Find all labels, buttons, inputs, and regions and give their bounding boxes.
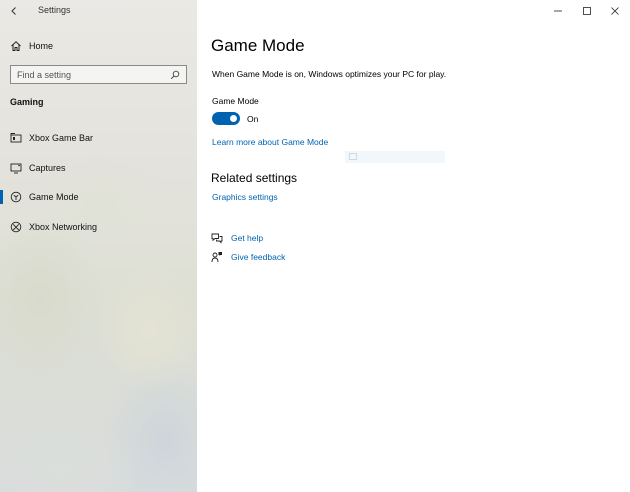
close-button[interactable]: [608, 4, 622, 18]
maximize-icon: [583, 7, 591, 15]
minimize-icon: [554, 10, 562, 12]
page-title: Game Mode: [211, 36, 305, 55]
search-box[interactable]: [10, 65, 187, 84]
graphics-settings-link[interactable]: Graphics settings: [212, 192, 278, 202]
give-feedback-icon: [211, 251, 223, 263]
search-input[interactable]: [11, 66, 168, 83]
toggle-knob: [230, 115, 237, 122]
sidebar-item-captures[interactable]: Captures: [0, 157, 197, 179]
get-help-link[interactable]: Get help: [231, 233, 263, 243]
home-icon: [10, 40, 22, 52]
close-icon: [611, 7, 619, 15]
minimize-button[interactable]: [551, 4, 565, 18]
sidebar-item-xbox-networking[interactable]: Xbox Networking: [0, 216, 197, 238]
sidebar-item-label: Captures: [29, 163, 66, 173]
xbox-game-bar-icon: [10, 132, 22, 144]
app-title: Settings: [38, 5, 71, 15]
sidebar-item-game-mode[interactable]: Game Mode: [0, 186, 197, 208]
xbox-icon: [10, 221, 22, 233]
back-button[interactable]: [6, 3, 22, 19]
learn-more-link[interactable]: Learn more about Game Mode: [212, 137, 328, 147]
captures-icon: [10, 162, 22, 174]
game-mode-toggle[interactable]: [212, 112, 240, 125]
section-label-gaming: Gaming: [10, 97, 44, 107]
back-arrow-icon: [11, 7, 16, 15]
give-feedback-link[interactable]: Give feedback: [231, 252, 285, 262]
sidebar-item-label: Xbox Networking: [29, 222, 98, 232]
sidebar-item-label: Xbox Game Bar: [29, 133, 94, 143]
page-description: When Game Mode is on, Windows optimizes …: [212, 69, 447, 79]
sidebar: Settings Home Gaming Xbox Game Bar: [0, 0, 197, 492]
maximize-button[interactable]: [580, 4, 594, 18]
toggle-state: On: [247, 114, 259, 124]
sidebar-item-label: Game Mode: [29, 192, 79, 202]
related-settings-title: Related settings: [211, 171, 298, 185]
sidebar-item-xbox-game-bar[interactable]: Xbox Game Bar: [0, 127, 197, 149]
selection-indicator: [0, 190, 3, 204]
search-icon[interactable]: [168, 68, 182, 82]
game-mode-icon: [10, 191, 22, 203]
ghost-overlay: [345, 151, 445, 163]
get-help-icon: [211, 232, 223, 244]
sidebar-item-label: Home: [29, 41, 54, 51]
sidebar-item-home[interactable]: Home: [0, 35, 197, 57]
toggle-label: Game Mode: [212, 96, 259, 106]
